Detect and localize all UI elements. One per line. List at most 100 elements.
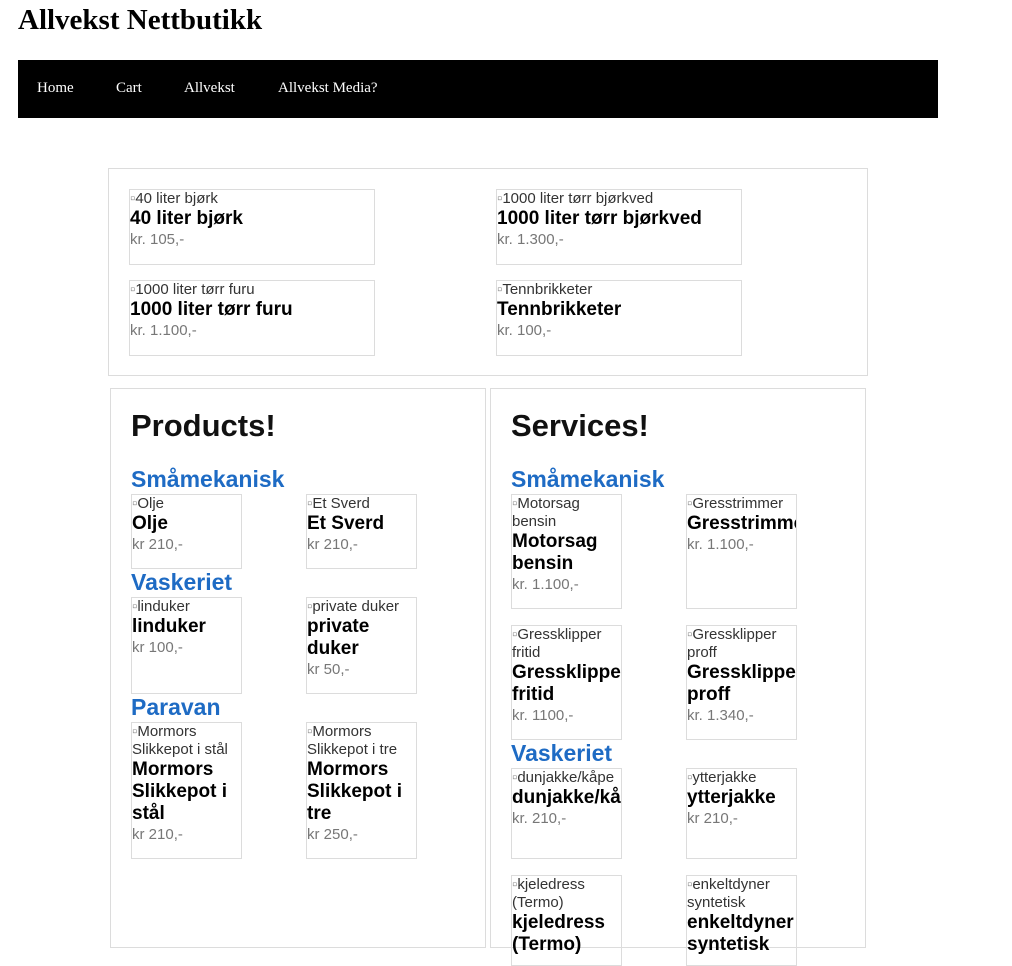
product-name[interactable]: 1000 liter tørr furu: [130, 299, 374, 321]
service-image[interactable]: ▫kjeledress (Termo): [512, 876, 621, 912]
product-price: kr 50,-: [307, 661, 350, 678]
category-heading: Vaskeriet: [511, 740, 613, 766]
main-navbar: Home Cart Allvekst Allvekst Media?: [18, 60, 938, 118]
service-card[interactable]: ▫enkeltdyner syntetisk enkeltdyner synte…: [686, 875, 797, 966]
image-alt-text: Et Sverd: [312, 495, 370, 512]
product-image[interactable]: ▫Et Sverd: [307, 495, 416, 513]
service-card[interactable]: ▫kjeledress (Termo) kjeledress (Termo): [511, 875, 622, 966]
image-alt-text: kjeledress (Termo): [512, 876, 585, 911]
site-title: Allvekst Nettbutikk: [18, 4, 263, 36]
product-card[interactable]: ▫Tennbrikketer Tennbrikketer kr. 100,-: [496, 280, 742, 356]
product-price: kr 100,-: [132, 639, 183, 656]
product-name[interactable]: Mormors Slikkepot i stål: [132, 759, 241, 825]
image-alt-text: Mormors Slikkepot i tre: [307, 723, 398, 758]
product-image[interactable]: ▫private duker: [307, 598, 416, 616]
service-image[interactable]: ▫Gresstrimmer: [687, 495, 796, 513]
service-price: kr. 1.340,-: [687, 707, 754, 724]
product-name[interactable]: linduker: [132, 616, 241, 638]
image-alt-text: Olje: [137, 495, 165, 512]
service-price: kr. 1.100,-: [512, 576, 579, 593]
product-card[interactable]: ▫1000 liter tørr furu 1000 liter tørr fu…: [129, 280, 375, 356]
product-price: kr. 1.300,-: [497, 231, 564, 248]
product-price: kr 210,-: [132, 826, 183, 843]
product-name[interactable]: Tennbrikketer: [497, 299, 741, 321]
product-name[interactable]: 1000 liter tørr bjørkved: [497, 208, 741, 230]
service-name[interactable]: Gressklipper fritid: [512, 662, 621, 706]
product-image[interactable]: ▫1000 liter tørr bjørkved: [497, 190, 741, 208]
category-heading: Småmekanisk: [131, 466, 285, 492]
product-name[interactable]: Olje: [132, 513, 241, 535]
product-name[interactable]: private duker: [307, 616, 416, 660]
product-image[interactable]: ▫Mormors Slikkepot i stål: [132, 723, 241, 759]
service-name[interactable]: kjeledress (Termo): [512, 912, 621, 956]
product-image[interactable]: ▫linduker: [132, 598, 241, 616]
image-alt-text: Motorsag bensin: [512, 495, 580, 530]
product-card[interactable]: ▫Mormors Slikkepot i stål Mormors Slikke…: [131, 722, 242, 859]
image-alt-text: 1000 liter tørr bjørkved: [502, 190, 654, 207]
service-image[interactable]: ▫ytterjakke: [687, 769, 796, 787]
product-card[interactable]: ▫40 liter bjørk 40 liter bjørk kr. 105,-: [129, 189, 375, 265]
product-image[interactable]: ▫Olje: [132, 495, 241, 513]
service-price: kr. 1.100,-: [687, 536, 754, 553]
image-alt-text: linduker: [137, 598, 190, 615]
service-card[interactable]: ▫dunjakke/kåpe dunjakke/kåpe kr. 210,-: [511, 768, 622, 859]
image-alt-text: ytterjakke: [692, 769, 757, 786]
image-alt-text: enkeltdyner syntetisk: [687, 876, 770, 911]
image-alt-text: Mormors Slikkepot i stål: [132, 723, 228, 758]
service-card[interactable]: ▫Gressklipper fritid Gressklipper fritid…: [511, 625, 622, 740]
service-image[interactable]: ▫enkeltdyner syntetisk: [687, 876, 796, 912]
service-image[interactable]: ▫Motorsag bensin: [512, 495, 621, 531]
product-card[interactable]: ▫Mormors Slikkepot i tre Mormors Slikkep…: [306, 722, 417, 859]
category-heading: Paravan: [131, 694, 221, 720]
service-card[interactable]: ▫Gressklipper proff Gressklipper proff k…: [686, 625, 797, 740]
category-heading: Småmekanisk: [511, 466, 665, 492]
product-image[interactable]: ▫Mormors Slikkepot i tre: [307, 723, 416, 759]
image-alt-text: private duker: [312, 598, 400, 615]
image-alt-text: dunjakke/kåpe: [517, 769, 615, 786]
nav-allvekst[interactable]: Allvekst: [184, 80, 235, 97]
product-price: kr. 100,-: [497, 322, 552, 339]
product-name[interactable]: 40 liter bjørk: [130, 208, 374, 230]
service-price: kr 210,-: [687, 810, 738, 827]
service-name[interactable]: dunjakke/kåpe: [512, 787, 621, 809]
nav-allvekst-media[interactable]: Allvekst Media?: [278, 80, 378, 97]
featured-products: ▫40 liter bjørk 40 liter bjørk kr. 105,-…: [108, 168, 868, 376]
product-card[interactable]: ▫Et Sverd Et Sverd kr 210,-: [306, 494, 417, 569]
product-card[interactable]: ▫private duker private duker kr 50,-: [306, 597, 417, 694]
image-alt-text: Gressklipper proff: [687, 626, 777, 661]
product-image[interactable]: ▫Tennbrikketer: [497, 281, 741, 299]
service-name[interactable]: Motorsag bensin: [512, 531, 621, 575]
nav-home[interactable]: Home: [37, 80, 74, 97]
service-name[interactable]: Gressklipper proff: [687, 662, 796, 706]
service-name[interactable]: Gresstrimmer: [687, 513, 796, 535]
service-card[interactable]: ▫Gresstrimmer Gresstrimmer kr. 1.100,-: [686, 494, 797, 609]
service-image[interactable]: ▫Gressklipper proff: [687, 626, 796, 662]
product-image[interactable]: ▫1000 liter tørr furu: [130, 281, 374, 299]
service-card[interactable]: ▫Motorsag bensin Motorsag bensin kr. 1.1…: [511, 494, 622, 609]
services-heading: Services!: [511, 408, 649, 443]
product-name[interactable]: Et Sverd: [307, 513, 416, 535]
product-price: kr 250,-: [307, 826, 358, 843]
product-price: kr 210,-: [307, 536, 358, 553]
product-image[interactable]: ▫40 liter bjørk: [130, 190, 374, 208]
service-image[interactable]: ▫Gressklipper fritid: [512, 626, 621, 662]
product-price: kr. 1.100,-: [130, 322, 197, 339]
image-alt-text: 40 liter bjørk: [135, 190, 218, 207]
service-card[interactable]: ▫ytterjakke ytterjakke kr 210,-: [686, 768, 797, 859]
image-alt-text: 1000 liter tørr furu: [135, 281, 255, 298]
product-card[interactable]: ▫1000 liter tørr bjørkved 1000 liter tør…: [496, 189, 742, 265]
product-name[interactable]: Mormors Slikkepot i tre: [307, 759, 416, 825]
service-name[interactable]: ytterjakke: [687, 787, 796, 809]
product-price: kr. 105,-: [130, 231, 185, 248]
nav-cart[interactable]: Cart: [116, 80, 142, 97]
image-alt-text: Gressklipper fritid: [512, 626, 602, 661]
service-price: kr. 210,-: [512, 810, 567, 827]
category-heading: Vaskeriet: [131, 569, 233, 595]
service-image[interactable]: ▫dunjakke/kåpe: [512, 769, 621, 787]
product-card[interactable]: ▫linduker linduker kr 100,-: [131, 597, 242, 694]
service-name[interactable]: enkeltdyner syntetisk: [687, 912, 796, 956]
product-price: kr 210,-: [132, 536, 183, 553]
service-price: kr. 1100,-: [512, 707, 574, 724]
image-alt-text: Tennbrikketer: [502, 281, 593, 298]
product-card[interactable]: ▫Olje Olje kr 210,-: [131, 494, 242, 569]
